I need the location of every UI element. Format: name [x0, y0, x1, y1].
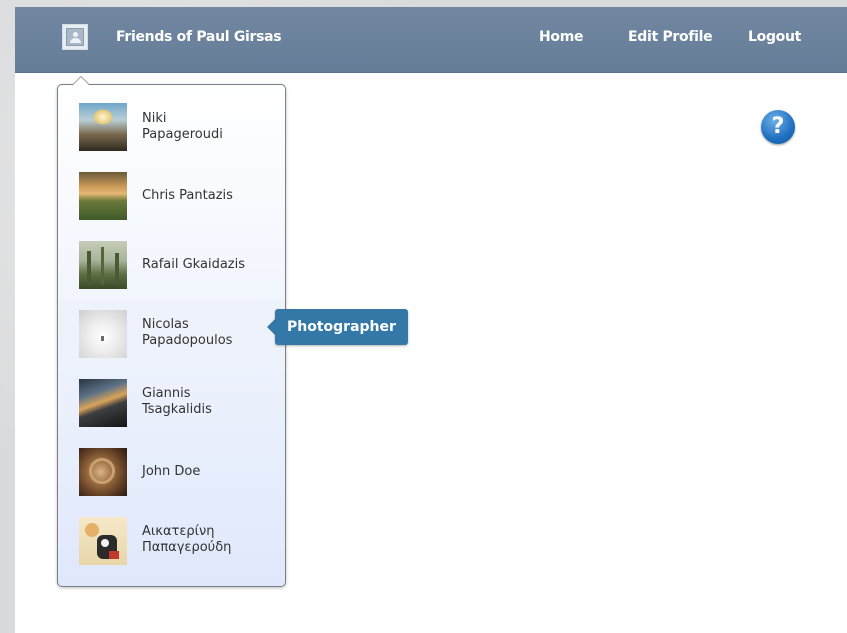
top-navigation-bar: Friends of Paul Girsas Home Edit Profile…: [15, 7, 847, 73]
nav-home-link[interactable]: Home: [539, 29, 584, 45]
friend-item-aikaterini-papageroudi[interactable]: Αικατερίνη Παπαγερούδη: [59, 507, 285, 575]
friend-item-rafail-gkaidazis[interactable]: Rafail Gkaidazis: [59, 231, 285, 299]
friend-name: Nicolas Papadopoulos: [142, 317, 233, 348]
friend-item-niki-papageroudi[interactable]: Niki Papageroudi: [59, 93, 285, 161]
friend-item-giannis-tsagkalidis[interactable]: Giannis Tsagkalidis: [59, 369, 285, 437]
friend-photo: [79, 241, 127, 289]
friend-photo: [79, 172, 127, 220]
friend-name: John Doe: [142, 464, 201, 479]
site-title[interactable]: Friends of Paul Girsas: [116, 29, 282, 45]
nav-logout-link[interactable]: Logout: [748, 29, 801, 45]
friend-photo: [79, 517, 127, 565]
friend-photo: [79, 310, 127, 358]
friends-dropdown-panel: Niki Papageroudi Chris Pantazis Rafail G…: [57, 76, 286, 587]
friend-photo: [79, 448, 127, 496]
friend-item-chris-pantazis[interactable]: Chris Pantazis: [59, 162, 285, 230]
friend-name: Giannis Tsagkalidis: [142, 386, 212, 417]
friend-role-tooltip: Photographer: [267, 309, 408, 345]
user-silhouette-icon: [66, 28, 84, 46]
help-button[interactable]: ?: [761, 110, 795, 144]
friend-name: Niki Papageroudi: [142, 111, 223, 142]
friend-photo: [79, 103, 127, 151]
nav-edit-profile-link[interactable]: Edit Profile: [628, 29, 713, 45]
friend-item-john-doe[interactable]: John Doe: [59, 438, 285, 506]
user-avatar-button[interactable]: [62, 24, 88, 50]
app-window: Friends of Paul Girsas Home Edit Profile…: [15, 7, 847, 633]
dropdown-pointer: [72, 76, 90, 85]
friend-name: Chris Pantazis: [142, 188, 233, 203]
friend-photo: [79, 379, 127, 427]
friend-item-nicolas-papadopoulos[interactable]: Nicolas Papadopoulos: [59, 300, 285, 368]
friend-name: Αικατερίνη Παπαγερούδη: [142, 524, 232, 555]
friend-name: Rafail Gkaidazis: [142, 257, 245, 272]
